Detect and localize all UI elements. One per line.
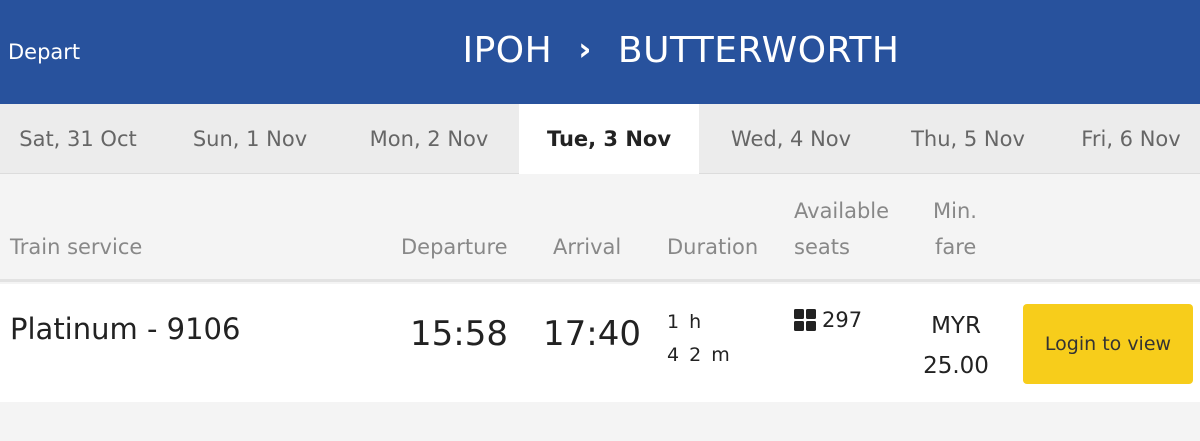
column-header-seats-line2: seats: [794, 235, 850, 259]
available-seats: 297: [794, 308, 862, 332]
chevron-right-icon: ›: [578, 30, 592, 68]
table-row: Platinum - 9106 15:58 17:40 1 h 4 2 m 29…: [0, 284, 1200, 402]
fare-amount: 25.00: [923, 353, 989, 379]
tab-date-tue-3-nov[interactable]: Tue, 3 Nov: [519, 104, 699, 175]
tab-date-wed-4-nov[interactable]: Wed, 4 Nov: [706, 104, 876, 174]
tab-date-mon-2-nov[interactable]: Mon, 2 Nov: [346, 104, 512, 174]
seat-grid-icon: [794, 309, 816, 331]
fare-currency: MYR: [931, 313, 981, 339]
seats-count: 297: [822, 308, 863, 332]
column-header-departure: Departure: [401, 235, 508, 259]
column-header-duration: Duration: [667, 235, 759, 259]
route-title: IPOH › BUTTERWORTH: [0, 30, 1200, 71]
departure-time: 15:58: [410, 314, 508, 354]
route-header: Depart IPOH › BUTTERWORTH: [0, 0, 1200, 104]
duration: 1 h 4 2 m: [667, 306, 732, 372]
tab-date-thu-5-nov[interactable]: Thu, 5 Nov: [888, 104, 1048, 174]
date-tabs: Sat, 31 Oct Sun, 1 Nov Mon, 2 Nov Tue, 3…: [0, 104, 1200, 175]
login-to-view-label: Login to view: [1044, 332, 1172, 355]
column-header-fare-line2: fare: [935, 235, 977, 259]
tab-date-sat-31-oct[interactable]: Sat, 31 Oct: [0, 104, 156, 174]
table-header: Train service Departure Arrival Duration…: [0, 174, 1200, 282]
tab-date-sun-1-nov[interactable]: Sun, 1 Nov: [170, 104, 330, 174]
min-fare: MYR 25.00: [900, 306, 1012, 386]
column-header-seats-line1: Available: [794, 199, 890, 223]
origin-station: IPOH: [462, 30, 553, 71]
duration-minutes: 4 2 m: [667, 344, 732, 366]
destination-station: BUTTERWORTH: [617, 30, 900, 71]
column-header-fare-line1: Min.: [933, 199, 977, 223]
tab-date-fri-6-nov[interactable]: Fri, 6 Nov: [1062, 104, 1200, 174]
duration-hours: 1 h: [667, 311, 704, 333]
arrival-time: 17:40: [543, 314, 641, 354]
column-header-service: Train service: [10, 235, 143, 259]
train-service: Platinum - 9106: [10, 312, 241, 346]
column-header-arrival: Arrival: [553, 235, 622, 259]
login-to-view-button[interactable]: Login to view: [1023, 304, 1193, 384]
